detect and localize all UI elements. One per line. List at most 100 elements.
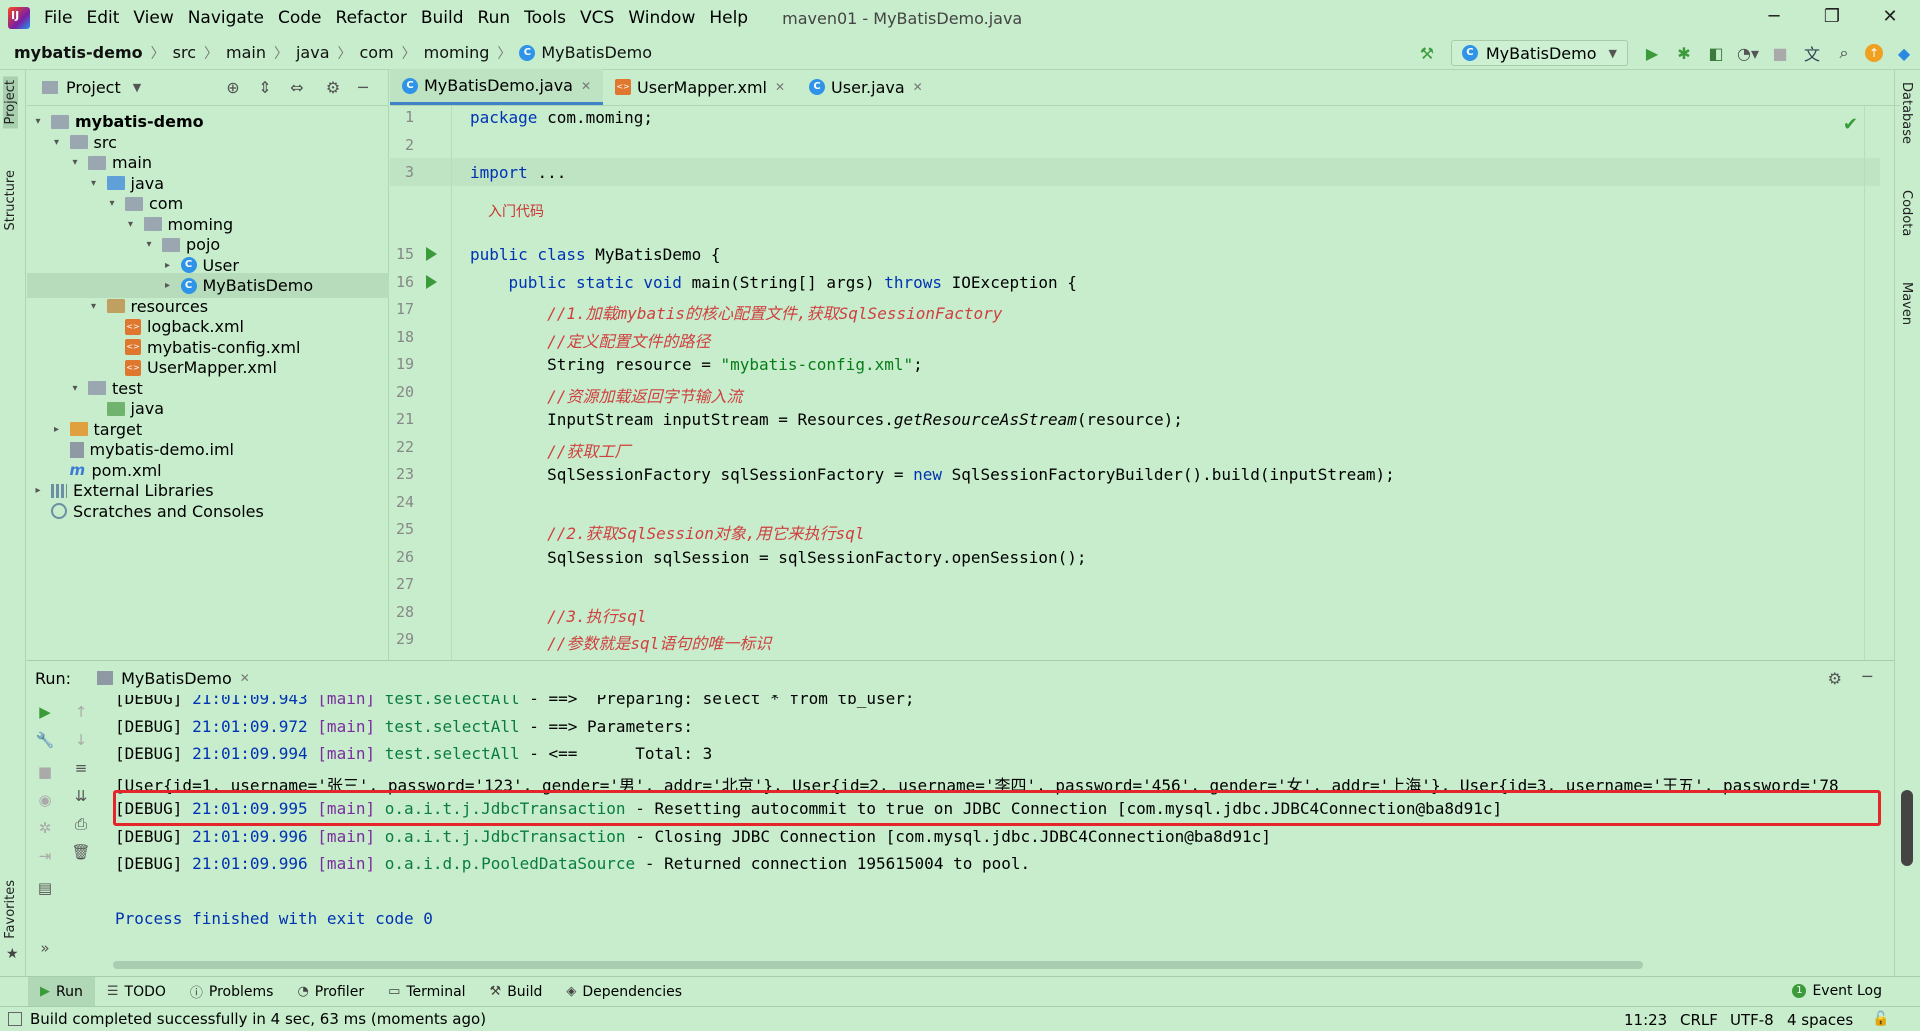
run-tab[interactable]: MyBatisDemo ✕ bbox=[97, 669, 250, 688]
bottom-tab-problems[interactable]: ⓘ Problems bbox=[178, 977, 286, 1007]
close-button[interactable]: ✕ bbox=[1868, 6, 1912, 30]
print-icon[interactable]: ⎙ bbox=[71, 815, 91, 835]
side-scroll-handle[interactable] bbox=[1901, 790, 1913, 866]
event-log-tab[interactable]: 1 Event Log bbox=[1792, 983, 1882, 999]
stop-icon[interactable]: ■ bbox=[1769, 42, 1791, 64]
bottom-tab-run[interactable]: ▶ Run bbox=[28, 976, 95, 1007]
breadcrumb-item[interactable]: moming bbox=[424, 43, 490, 62]
clear-icon[interactable]: 🗑 bbox=[71, 843, 91, 863]
structure-tool-tab[interactable]: Structure bbox=[3, 170, 18, 230]
camera-icon[interactable]: ◉ bbox=[35, 791, 55, 811]
breadcrumb-item[interactable]: MyBatisDemo bbox=[541, 43, 652, 62]
project-view-select[interactable]: Project bbox=[66, 78, 121, 97]
menu-file[interactable]: File bbox=[44, 8, 72, 28]
editor-tab[interactable]: <> UserMapper.xml ✕ bbox=[603, 69, 797, 105]
plugin-icon[interactable]: ◆ bbox=[1893, 42, 1915, 64]
close-icon[interactable]: ✕ bbox=[775, 80, 785, 94]
indent-setting[interactable]: 4 spaces bbox=[1787, 1011, 1853, 1029]
menu-view[interactable]: View bbox=[133, 8, 173, 28]
project-tool-tab[interactable]: Project bbox=[3, 76, 18, 129]
layout-icon[interactable]: ▤ bbox=[35, 879, 55, 899]
lock-icon[interactable]: 🔓 bbox=[1872, 1011, 1889, 1027]
rerun-icon[interactable]: ▶ bbox=[35, 703, 55, 723]
minimize-button[interactable]: ─ bbox=[1752, 6, 1796, 30]
chevron-down-icon[interactable]: ▾ bbox=[31, 116, 45, 127]
chevron-down-icon[interactable]: ▼ bbox=[133, 81, 141, 94]
chevron-right-icon[interactable]: ▸ bbox=[31, 485, 45, 496]
restore-button[interactable]: ❐ bbox=[1810, 6, 1854, 30]
console-output[interactable]: [DEBUG] 21:01:09.943 [main] test.selectA… bbox=[113, 695, 1883, 945]
bottom-tab-dependencies[interactable]: ◈ Dependencies bbox=[554, 977, 694, 1007]
editor-tab[interactable]: C MyBatisDemo.java ✕ bbox=[390, 69, 604, 105]
caret-position[interactable]: 11:23 bbox=[1624, 1011, 1667, 1029]
down-icon[interactable]: ↓ bbox=[71, 731, 91, 751]
run-gutter-icon[interactable] bbox=[426, 274, 437, 289]
database-tool-tab[interactable]: Database bbox=[1899, 82, 1914, 144]
collapse-all-icon[interactable]: ⇔ bbox=[287, 78, 307, 98]
stop-icon[interactable]: ■ bbox=[35, 763, 55, 783]
maven-tool-tab[interactable]: Maven bbox=[1899, 282, 1914, 325]
menu-run[interactable]: Run bbox=[478, 8, 511, 28]
no-problems-check-icon[interactable]: ✔ bbox=[1843, 114, 1858, 135]
hammer-icon[interactable]: ⚒ bbox=[1416, 42, 1438, 64]
close-icon[interactable]: ✕ bbox=[913, 80, 923, 94]
profile-icon[interactable]: ◔▾ bbox=[1737, 42, 1759, 64]
close-icon[interactable]: ✕ bbox=[240, 671, 250, 685]
chevron-down-icon[interactable]: ▾ bbox=[142, 239, 156, 250]
bottom-tab-build[interactable]: ⚒ Build bbox=[478, 977, 555, 1007]
favorites-tool-tab[interactable]: Favorites bbox=[3, 880, 18, 939]
chevron-down-icon[interactable]: ▾ bbox=[87, 301, 101, 312]
breadcrumb-item[interactable]: com bbox=[360, 43, 394, 62]
bottom-tab-todo[interactable]: ☰ TODO bbox=[95, 977, 178, 1007]
run-configuration-select[interactable]: C MyBatisDemo ▼ bbox=[1450, 40, 1628, 66]
exit-icon[interactable]: ⇥ bbox=[35, 847, 55, 867]
menu-tools[interactable]: Tools bbox=[524, 8, 566, 28]
expand-all-icon[interactable]: ⇕ bbox=[255, 78, 275, 98]
menu-vcs[interactable]: VCS bbox=[580, 8, 614, 28]
run-gutter-icon[interactable] bbox=[426, 247, 437, 261]
menu-build[interactable]: Build bbox=[421, 8, 464, 28]
locate-icon[interactable]: ⊕ bbox=[223, 78, 243, 98]
scroll-to-end-icon[interactable]: ⇊ bbox=[71, 787, 91, 807]
coverage-icon[interactable]: ◧ bbox=[1705, 42, 1727, 64]
translate-icon[interactable]: 文 bbox=[1801, 42, 1823, 64]
menu-code[interactable]: Code bbox=[278, 8, 322, 28]
chevron-right-icon[interactable]: ▸ bbox=[161, 260, 175, 271]
hide-icon[interactable]: ─ bbox=[353, 78, 373, 98]
menu-window[interactable]: Window bbox=[628, 8, 695, 28]
more-icon[interactable]: » bbox=[35, 939, 55, 959]
editor-scrollbar[interactable] bbox=[1864, 106, 1874, 660]
code-editor[interactable]: 12315161718192021222324252627282930 入门代码… bbox=[390, 106, 1880, 660]
wrench-icon[interactable]: 🔧 bbox=[35, 731, 55, 751]
editor-tab[interactable]: C User.java ✕ bbox=[797, 69, 935, 105]
console-horizontal-scrollbar[interactable] bbox=[113, 961, 1643, 969]
close-icon[interactable]: ✕ bbox=[581, 79, 591, 93]
update-icon[interactable]: ↑ bbox=[1865, 44, 1883, 62]
menu-navigate[interactable]: Navigate bbox=[188, 8, 264, 28]
chevron-down-icon[interactable]: ▾ bbox=[50, 137, 64, 148]
soft-wrap-icon[interactable]: ≡ bbox=[71, 759, 91, 779]
debug-icon[interactable]: ✱ bbox=[1673, 42, 1695, 64]
tree-item[interactable]: Scratches and Consoles bbox=[27, 499, 389, 524]
settings-icon[interactable]: ✲ bbox=[35, 819, 55, 839]
chevron-down-icon[interactable]: ▾ bbox=[68, 157, 82, 168]
menu-help[interactable]: Help bbox=[709, 8, 748, 28]
run-icon[interactable]: ▶ bbox=[1641, 42, 1663, 64]
gear-icon[interactable]: ⚙ bbox=[323, 78, 343, 98]
chevron-right-icon[interactable]: ▸ bbox=[161, 280, 175, 291]
line-separator[interactable]: CRLF bbox=[1680, 1011, 1718, 1029]
chevron-down-icon[interactable]: ▾ bbox=[124, 219, 138, 230]
codota-tool-tab[interactable]: Codota bbox=[1899, 190, 1914, 236]
file-encoding[interactable]: UTF-8 bbox=[1730, 1011, 1774, 1029]
gear-icon[interactable]: ⚙ bbox=[1828, 669, 1842, 688]
bottom-tab-terminal[interactable]: ▭ Terminal bbox=[376, 977, 477, 1007]
bottom-tab-profiler[interactable]: ◔ Profiler bbox=[285, 977, 376, 1007]
status-toggle-icon[interactable] bbox=[8, 1012, 22, 1026]
chevron-down-icon[interactable]: ▾ bbox=[87, 178, 101, 189]
menu-refactor[interactable]: Refactor bbox=[336, 8, 407, 28]
hide-icon[interactable]: ─ bbox=[1862, 667, 1872, 686]
up-icon[interactable]: ↑ bbox=[71, 703, 91, 723]
search-icon[interactable]: ⌕ bbox=[1833, 42, 1855, 64]
chevron-down-icon[interactable]: ▾ bbox=[105, 198, 119, 209]
chevron-right-icon[interactable]: ▸ bbox=[50, 424, 64, 435]
